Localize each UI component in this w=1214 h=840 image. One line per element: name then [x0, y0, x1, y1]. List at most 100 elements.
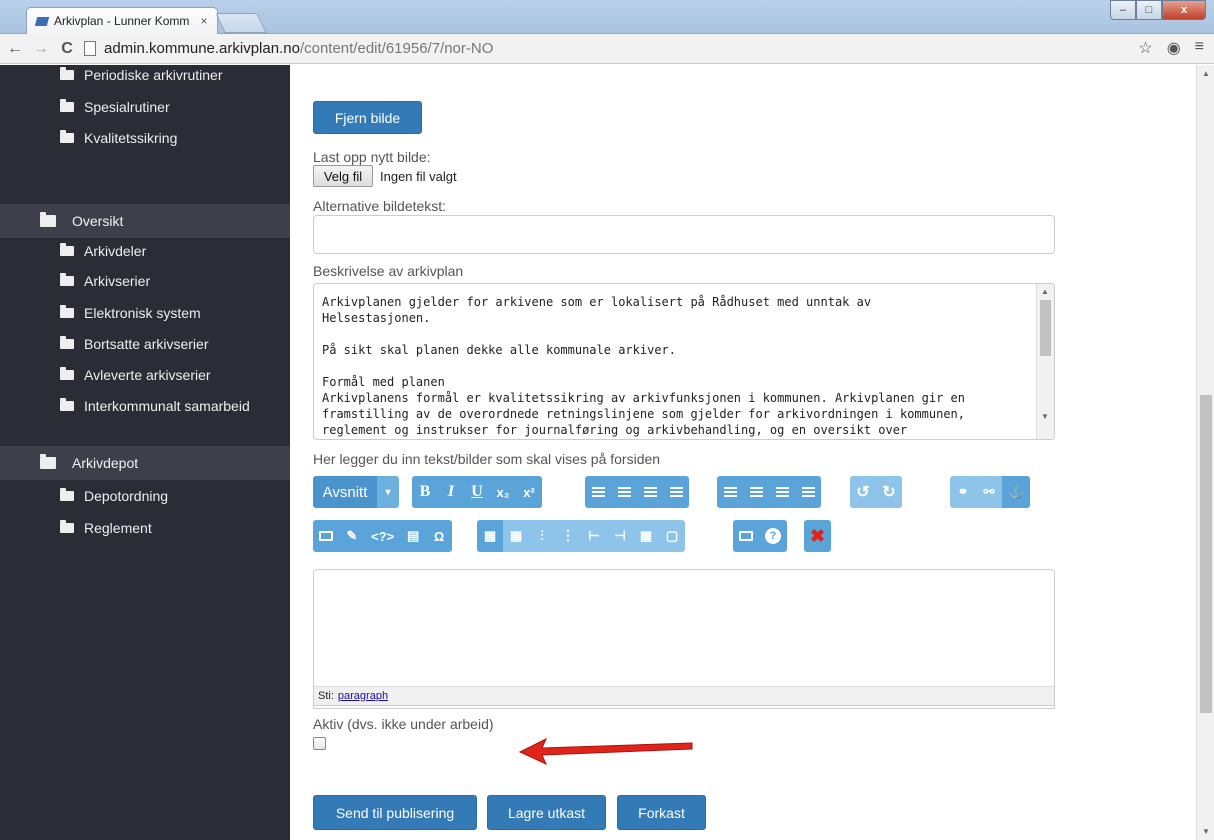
scroll-down-icon[interactable]: ▼: [1041, 412, 1049, 421]
anchor-icon[interactable]: ⚓: [1002, 476, 1031, 508]
sidebar-item-label: Avleverte arkivserier: [84, 367, 211, 383]
sidebar-item-label: Interkommunalt samarbeid: [84, 398, 250, 414]
sidebar-item-depotordning[interactable]: Depotordning: [60, 488, 168, 504]
table-delete-icon[interactable]: ▦: [503, 520, 529, 552]
sidebar-item-label: Reglement: [84, 520, 152, 536]
bookmark-star-icon[interactable]: ☆: [1138, 38, 1152, 58]
menu-icon[interactable]: ≡: [1195, 38, 1204, 58]
redo-icon[interactable]: ↻: [876, 476, 902, 508]
align-left-icon[interactable]: [585, 476, 611, 508]
numbered-list-icon[interactable]: [743, 476, 769, 508]
align-center-icon[interactable]: [611, 476, 637, 508]
table-col-icon[interactable]: ⋮: [555, 520, 581, 552]
folder-icon: [60, 520, 74, 533]
minimize-button[interactable]: –: [1110, 0, 1136, 20]
table-split-icon[interactable]: ⊢: [581, 520, 607, 552]
forward-arrow-icon[interactable]: →: [30, 38, 52, 60]
send-to-publish-button[interactable]: Send til publisering: [313, 795, 477, 830]
folder-icon: [60, 273, 74, 286]
preview-monitor-icon[interactable]: [733, 520, 759, 552]
scroll-up-icon[interactable]: ▲: [1202, 69, 1210, 78]
image-icon[interactable]: [313, 520, 339, 552]
sidebar-item-spesialrutiner[interactable]: Spesialrutiner: [60, 99, 170, 115]
back-arrow-icon[interactable]: ←: [4, 38, 26, 60]
page-scrollbar[interactable]: ▲ ▼: [1196, 65, 1214, 840]
sidebar-item-reglement[interactable]: Reglement: [60, 520, 152, 536]
address-bar[interactable]: admin.kommune.arkivplan.no/content/edit/…: [84, 37, 1144, 61]
tab-close-icon[interactable]: ×: [197, 14, 211, 28]
main-content: Fjern bilde Last opp nytt bilde: Velg fi…: [290, 65, 1196, 840]
history-group: ↺ ↻: [850, 476, 902, 508]
alt-text-label: Alternative bildetekst:: [313, 198, 447, 214]
table-icon[interactable]: ▦: [477, 520, 503, 552]
remove-image-button[interactable]: Fjern bilde: [313, 101, 422, 134]
save-draft-button[interactable]: Lagre utkast: [487, 795, 606, 830]
help-glyph: ?: [765, 528, 781, 544]
textarea-scrollbar[interactable]: ▲ ▼: [1036, 284, 1054, 439]
superscript-button[interactable]: x²: [516, 476, 542, 508]
table-props-icon[interactable]: ▢: [659, 520, 685, 552]
sidebar-item-bortsatte[interactable]: Bortsatte arkivserier: [60, 336, 208, 352]
choose-file-button[interactable]: Velg fil: [313, 165, 373, 187]
folder-icon: [60, 367, 74, 380]
discard-button[interactable]: Forkast: [617, 795, 706, 830]
page-scroll-thumb[interactable]: [1200, 395, 1212, 713]
bullet-list-icon[interactable]: [717, 476, 743, 508]
bold-button[interactable]: B: [412, 476, 438, 508]
maximize-button[interactable]: □: [1136, 0, 1162, 20]
unlink-icon[interactable]: ⚯: [976, 476, 1002, 508]
sidebar-item-arkivserier[interactable]: Arkivserier: [60, 273, 150, 289]
code-icon[interactable]: <?>: [365, 520, 401, 552]
sidebar-section-oversikt[interactable]: Oversikt: [0, 204, 290, 238]
indent-icon[interactable]: [795, 476, 821, 508]
new-tab-button[interactable]: [215, 13, 267, 33]
close-window-button[interactable]: x: [1162, 0, 1206, 20]
sidebar-item-arkivdeler[interactable]: Arkivdeler: [60, 243, 146, 259]
chevron-down-icon[interactable]: ▾: [377, 476, 399, 508]
align-justify-icon[interactable]: [663, 476, 689, 508]
scroll-down-icon[interactable]: ▼: [1202, 827, 1210, 836]
subscript-button[interactable]: x₂: [490, 476, 516, 508]
sidebar-item-label: Kvalitetssikring: [84, 130, 178, 146]
extension-icon[interactable]: ◉: [1167, 38, 1181, 58]
description-label: Beskrivelse av arkivplan: [313, 263, 464, 279]
alt-text-input[interactable]: [313, 215, 1055, 254]
italic-button[interactable]: I: [438, 476, 464, 508]
table-merge-icon[interactable]: ⊣: [607, 520, 633, 552]
textarea-scroll-thumb[interactable]: [1040, 300, 1051, 356]
document-icon[interactable]: ▤: [400, 520, 427, 552]
attachment-icon[interactable]: ✎: [339, 520, 365, 552]
remove-format-icon[interactable]: ✖: [804, 520, 832, 552]
folder-icon: [60, 488, 74, 501]
special-char-icon[interactable]: Ω: [426, 520, 453, 552]
table-cells-icon[interactable]: ▦: [633, 520, 659, 552]
table-row-icon[interactable]: ⫶: [529, 520, 555, 552]
link-group: ⚭ ⚯ ⚓: [950, 476, 1031, 508]
format-dropdown[interactable]: Avsnitt ▾: [313, 476, 399, 508]
url-host: admin.kommune.arkivplan.no: [104, 40, 300, 57]
folder-icon: [60, 398, 74, 411]
statusbar-path-link[interactable]: paragraph: [338, 690, 388, 702]
sidebar-item-interkommunalt[interactable]: Interkommunalt samarbeid: [60, 398, 250, 414]
align-right-icon[interactable]: [637, 476, 663, 508]
sidebar-item-periodiske[interactable]: Periodiske arkivrutiner: [60, 67, 223, 83]
sidebar-section-arkivdepot[interactable]: Arkivdepot: [0, 446, 290, 480]
undo-icon[interactable]: ↺: [850, 476, 876, 508]
help-icon[interactable]: ?: [759, 520, 787, 552]
sidebar-item-elektronisk-system[interactable]: Elektronisk system: [60, 305, 201, 321]
browser-tab[interactable]: Arkivplan - Lunner Komm ×: [26, 7, 218, 34]
active-checkbox[interactable]: [313, 737, 326, 750]
link-icon[interactable]: ⚭: [950, 476, 976, 508]
list-group: [717, 476, 821, 508]
underline-button[interactable]: U: [464, 476, 490, 508]
sidebar-section-label: Arkivdepot: [72, 455, 139, 471]
scroll-up-icon[interactable]: ▲: [1041, 287, 1049, 296]
sidebar-item-avleverte[interactable]: Avleverte arkivserier: [60, 367, 211, 383]
folder-icon: [60, 67, 74, 80]
description-textarea[interactable]: Arkivplanen gjelder for arkivene som er …: [313, 283, 1055, 440]
sidebar-item-kvalitetssikring[interactable]: Kvalitetssikring: [60, 130, 177, 146]
outdent-icon[interactable]: [769, 476, 795, 508]
format-select[interactable]: Avsnitt: [313, 476, 377, 508]
folder-icon: [60, 305, 74, 318]
reload-icon[interactable]: C: [56, 38, 78, 60]
